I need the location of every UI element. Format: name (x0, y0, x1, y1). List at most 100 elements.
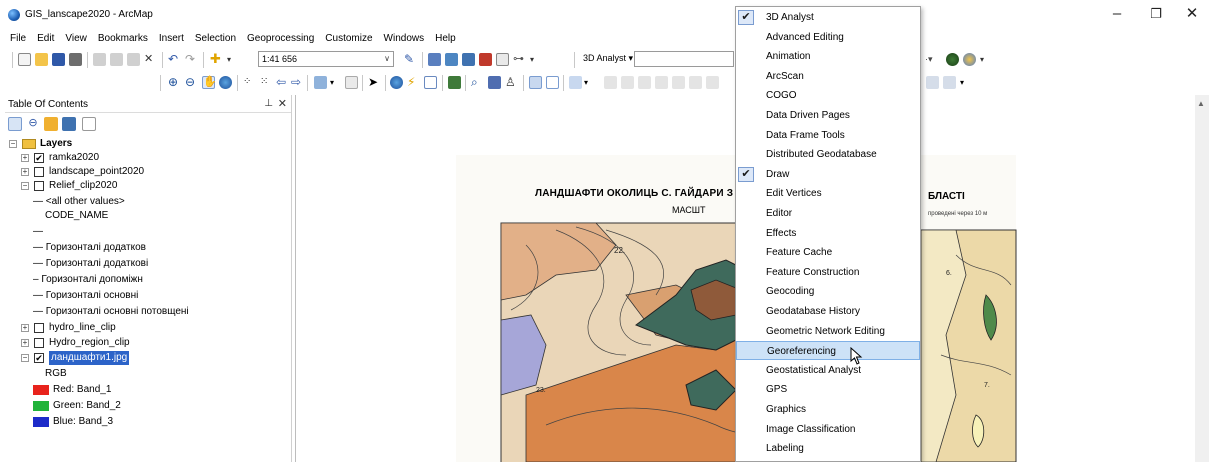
list-by-drawing-order-icon[interactable] (8, 117, 22, 131)
toc-row[interactable]: Blue: Band_3 (5, 415, 292, 429)
toolbar-menu-item[interactable]: Distributed Geodatabase (736, 145, 920, 164)
expand-icon[interactable]: + (21, 324, 29, 332)
redo-icon[interactable]: ↷ (185, 53, 198, 66)
hyperlink-icon[interactable]: ⚡ (407, 76, 420, 89)
toc-row[interactable]: — Горизонталі додаткові (5, 257, 292, 271)
toolbar-menu-item[interactable]: GPS (736, 380, 920, 399)
toc-row[interactable]: + landscape_point2020 (5, 165, 292, 179)
globe-icon[interactable] (946, 53, 959, 66)
catalog-icon[interactable] (445, 53, 458, 66)
toc-row[interactable]: − Relief_clip2020 (5, 179, 292, 193)
fixed-zoom-in-icon[interactable]: ⁘ (243, 76, 256, 89)
menu-bookmarks[interactable]: Bookmarks (98, 30, 148, 48)
toolbar-options-icon[interactable]: ▾ (584, 76, 597, 89)
add-data-dropdown-icon[interactable]: ▾ (227, 53, 240, 66)
layer-visibility-checkbox[interactable]: ✔ (34, 153, 44, 163)
menu-geoprocessing[interactable]: Geoprocessing (247, 30, 314, 48)
zoom-in-icon[interactable]: ⊕ (168, 76, 181, 89)
find-binoculars-icon[interactable]: ⌕ (471, 76, 484, 89)
select-elements-arrow-icon[interactable]: ➤ (368, 76, 381, 89)
toc-close-button[interactable]: ✕ (278, 97, 287, 110)
layer-visibility-checkbox[interactable] (34, 167, 44, 177)
toolbar-options-icon[interactable]: ▾ (980, 53, 993, 66)
toc-row[interactable]: — Горизонталі основні (5, 289, 292, 303)
go-to-xy-icon[interactable]: ♙ (505, 76, 518, 89)
toolbar-menu-item[interactable]: ✔ 3D Analyst (736, 8, 920, 27)
toolbar-menu-item[interactable]: ArcScan (736, 67, 920, 86)
add-data-icon[interactable]: ✚ (210, 52, 223, 66)
toolbar-menu-item[interactable]: Advanced Editing (736, 28, 920, 47)
list-by-visibility-icon[interactable] (44, 117, 58, 131)
print-icon[interactable] (69, 53, 82, 66)
toolbar-menu-item[interactable]: Geometric Network Editing (736, 322, 920, 341)
menu-edit[interactable]: Edit (37, 30, 54, 48)
collapse-icon[interactable]: − (9, 140, 17, 148)
identify-icon[interactable] (390, 76, 403, 89)
expand-icon[interactable]: + (21, 168, 29, 176)
list-by-source-icon[interactable]: ⊖ (26, 117, 40, 131)
create-viewer-window-icon[interactable] (546, 76, 559, 89)
undo-icon[interactable]: ↶ (168, 53, 181, 66)
full-extent-icon[interactable] (219, 76, 232, 89)
toolbar-menu-item[interactable]: Georeferencing (736, 341, 920, 361)
toc-row[interactable]: − ✔ ландшафти1.jpg (5, 351, 292, 365)
menu-customize[interactable]: Customize (325, 30, 372, 48)
scroll-up-arrow-icon[interactable]: ▲ (1197, 99, 1205, 108)
toolbar-menu-item[interactable]: ✔ Draw (736, 165, 920, 184)
cut-icon[interactable] (93, 53, 106, 66)
toc-row[interactable]: CODE_NAME (5, 209, 292, 223)
delete-icon[interactable]: ✕ (144, 53, 157, 66)
toolbar-menu-item[interactable]: Graphics (736, 400, 920, 419)
menu-insert[interactable]: Insert (159, 30, 184, 48)
measure-icon[interactable] (448, 76, 461, 89)
toc-row[interactable]: — <all other values> (5, 195, 292, 209)
pan-hand-icon[interactable]: ✋ (202, 76, 217, 89)
go-forward-icon[interactable]: ⇨ (291, 76, 304, 89)
toolbar-menu-item[interactable]: Labeling (736, 439, 920, 458)
layer-visibility-checkbox[interactable] (34, 338, 44, 348)
paste-icon[interactable] (127, 53, 140, 66)
fixed-zoom-out-icon[interactable]: ⁙ (260, 76, 273, 89)
toolbar-menu-item[interactable]: Edit Vertices (736, 184, 920, 203)
collapse-icon[interactable]: − (21, 182, 29, 190)
toolbar-menu-item[interactable]: Feature Construction (736, 263, 920, 282)
table-of-contents-icon[interactable] (428, 53, 441, 66)
toc-row[interactable]: Green: Band_2 (5, 399, 292, 413)
menu-file[interactable]: File (10, 30, 26, 48)
toc-options-icon[interactable] (82, 117, 96, 131)
toolbar-menu-item[interactable]: Editor (736, 204, 920, 223)
collapse-icon[interactable]: − (21, 354, 29, 362)
vertical-scrollbar[interactable]: ▲ (1195, 95, 1209, 462)
restore-button[interactable]: ❐ (1145, 4, 1167, 24)
toolbar-menu-item[interactable]: Data Driven Pages (736, 106, 920, 125)
toc-row[interactable]: + hydro_line_clip (5, 321, 292, 335)
toolbar-options-icon[interactable]: ▾ (960, 76, 973, 89)
toolbar-menu-item[interactable]: Geocoding (736, 282, 920, 301)
modelbuilder-icon[interactable]: ⊶ (513, 53, 526, 66)
toc-row[interactable]: Red: Band_1 (5, 383, 292, 397)
3d-analyst-dropdown[interactable]: 3D Analyst ▾ (583, 53, 633, 64)
new-document-icon[interactable] (18, 53, 31, 66)
toolbar-menu-item[interactable]: COGO (736, 86, 920, 105)
toc-row[interactable]: + ✔ ramka2020 (5, 151, 292, 165)
open-folder-icon[interactable] (35, 53, 48, 66)
time-slider-icon[interactable] (529, 76, 542, 89)
select-features-icon[interactable] (314, 76, 327, 89)
3d-analyst-layer-combobox[interactable] (634, 51, 734, 67)
toc-row[interactable]: — Горизонталі основні потовщені (5, 305, 292, 319)
expand-icon[interactable]: + (21, 154, 29, 162)
layer-visibility-checkbox[interactable] (34, 181, 44, 191)
menu-view[interactable]: View (65, 30, 87, 48)
find-route-icon[interactable] (488, 76, 501, 89)
editor-toolbar-icon[interactable]: ✎ (404, 53, 417, 66)
minimize-button[interactable]: – (1106, 4, 1128, 24)
toolbar-tool-icon[interactable] (926, 76, 939, 89)
toolbar-tool-icon[interactable] (943, 76, 956, 89)
search-window-icon[interactable] (462, 53, 475, 66)
zoom-out-icon[interactable]: ⊖ (185, 76, 198, 89)
go-back-icon[interactable]: ⇦ (276, 76, 289, 89)
select-dropdown-icon[interactable]: ▾ (330, 76, 343, 89)
toc-row[interactable]: + Hydro_region_clip (5, 336, 292, 350)
toc-row[interactable]: – Горизонталі допоміжн (5, 273, 292, 287)
clear-selection-icon[interactable] (345, 76, 358, 89)
